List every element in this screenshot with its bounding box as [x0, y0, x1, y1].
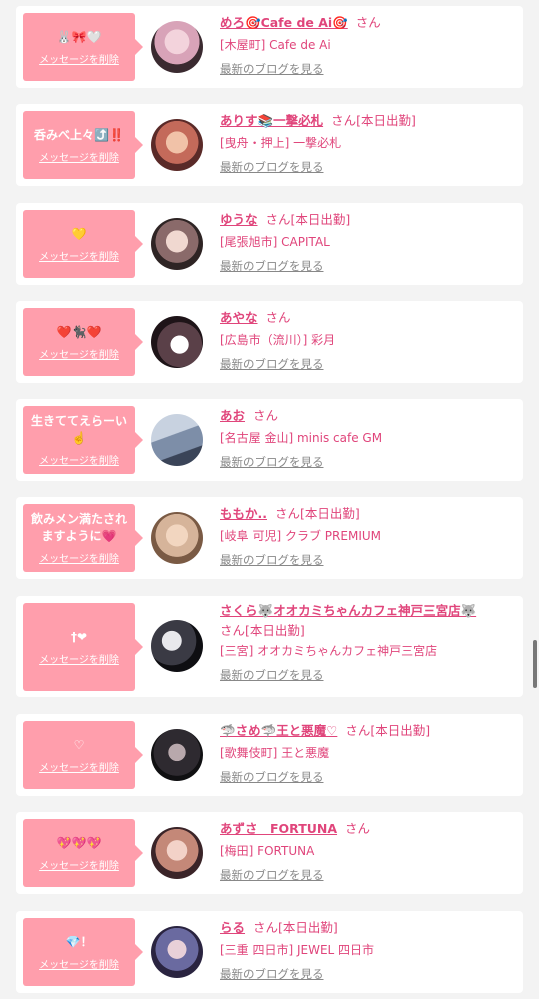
avatar[interactable] [151, 620, 203, 672]
message-text: 💖💖💖 [56, 835, 102, 850]
message-bubble: 💎！ メッセージを削除 [23, 918, 143, 986]
message-text: 飲みメン満たされますように💗 [30, 512, 127, 543]
latest-blog-link[interactable]: 最新のブログを見る [220, 967, 515, 981]
honorific: さん [345, 821, 371, 836]
scrollbar[interactable] [533, 640, 537, 688]
shop-name: [尾張旭市] CAPITAL [220, 235, 330, 249]
list-item: 💎！ メッセージを削除 らる さん[本日出勤] [三重 四日市] JEWEL 四日… [16, 911, 523, 993]
shop-name: [広島市（流川）] 彩月 [220, 333, 336, 347]
delete-message-link[interactable]: メッセージを削除 [39, 452, 119, 467]
delete-message-link[interactable]: メッセージを削除 [39, 51, 119, 66]
message-bubble: 飲みメン満たされますように💗 メッセージを削除 [23, 504, 143, 572]
list-item: 🐰🎀🤍 メッセージを削除 めろ🎯Cafe de Ai🎯 さん [木屋町] Cafe… [16, 6, 523, 88]
honorific: さん [253, 920, 279, 935]
message-bubble: 🐰🎀🤍 メッセージを削除 [23, 13, 143, 81]
avatar[interactable] [151, 218, 203, 270]
delete-message-link[interactable]: メッセージを削除 [39, 248, 119, 263]
message-text: †❤ [70, 629, 88, 644]
avatar[interactable] [151, 119, 203, 171]
shop-name: [名古屋 金山] minis cafe GM [220, 431, 383, 445]
honorific: さん [265, 212, 291, 227]
delete-message-link[interactable]: メッセージを削除 [39, 857, 119, 872]
status-badge: [本日出勤] [356, 113, 416, 128]
cast-name-link[interactable]: あやな [220, 310, 258, 325]
list-item: 飲みメン満たされますように💗 メッセージを削除 ももか.. さん[本日出勤] [岐… [16, 497, 523, 579]
avatar[interactable] [151, 512, 203, 564]
list-item: 💖💖💖 メッセージを削除 あずさ FORTUNA さん [梅田] FORTUNA … [16, 812, 523, 894]
cast-name-link[interactable]: ありす📚一撃必札 [220, 113, 323, 128]
delete-message-link[interactable]: メッセージを削除 [39, 956, 119, 971]
avatar[interactable] [151, 316, 203, 368]
message-text: ♡ [73, 737, 85, 752]
avatar[interactable] [151, 729, 203, 781]
delete-message-link[interactable]: メッセージを削除 [39, 346, 119, 361]
list-item: 呑みべ上々⤴️‼️ メッセージを削除 ありす📚一撃必札 さん[本日出勤] [曳舟・… [16, 104, 523, 186]
latest-blog-link[interactable]: 最新のブログを見る [220, 455, 515, 469]
honorific: さん [355, 15, 381, 30]
honorific: さん [275, 506, 301, 521]
honorific: さん [345, 723, 371, 738]
delete-message-link[interactable]: メッセージを削除 [39, 759, 119, 774]
latest-blog-link[interactable]: 最新のブログを見る [220, 770, 515, 784]
latest-blog-link[interactable]: 最新のブログを見る [220, 259, 515, 273]
shop-name: [岐阜 可児] クラブ PREMIUM [220, 529, 381, 543]
status-badge: [本日出勤] [370, 723, 431, 738]
message-bubble: ♡ メッセージを削除 [23, 721, 143, 789]
message-text: 💎！ [65, 934, 93, 949]
delete-message-link[interactable]: メッセージを削除 [39, 149, 119, 164]
message-bubble: 生きててえらーい☝️ メッセージを削除 [23, 406, 143, 474]
shop-name: [三宮] オオカミちゃんカフェ神戸三宮店 [220, 644, 438, 658]
cast-name-link[interactable]: ももか.. [220, 506, 267, 521]
status-badge: [本日出勤] [290, 212, 351, 227]
cast-name-link[interactable]: あずさ FORTUNA [220, 821, 337, 836]
message-bubble: ❤️🐈‍⬛❤️ メッセージを削除 [23, 308, 143, 376]
message-text: 呑みべ上々⤴️‼️ [34, 127, 124, 142]
list-item: 生きててえらーい☝️ メッセージを削除 あお さん [名古屋 金山] minis … [16, 399, 523, 481]
list-item: †❤ メッセージを削除 さくら🐺オオカミちゃんカフェ神戸三宮店🐺 さん[本日出勤… [16, 596, 523, 697]
latest-blog-link[interactable]: 最新のブログを見る [220, 160, 515, 174]
latest-blog-link[interactable]: 最新のブログを見る [220, 868, 515, 882]
honorific: さん [253, 408, 279, 423]
message-text: 生きててえらーい☝️ [30, 414, 127, 445]
list-item: ♡ メッセージを削除 🦈さめ🦈王と悪魔♡ さん[本日出勤] [歌舞伎町] 王と悪魔… [16, 714, 523, 796]
shop-name: [三重 四日市] JEWEL 四日市 [220, 943, 375, 957]
honorific: さん [265, 310, 291, 325]
latest-blog-link[interactable]: 最新のブログを見る [220, 553, 515, 567]
message-text: ❤️🐈‍⬛❤️ [56, 324, 102, 339]
avatar[interactable] [151, 926, 203, 978]
message-bubble: 💛 メッセージを削除 [23, 210, 143, 278]
list-item: 💛 メッセージを削除 ゆうな さん[本日出勤] [尾張旭市] CAPITAL 最新… [16, 203, 523, 285]
avatar[interactable] [151, 827, 203, 879]
cast-name-link[interactable]: あお [220, 408, 245, 423]
shop-name: [歌舞伎町] 王と悪魔 [220, 746, 330, 760]
cast-name-link[interactable]: さくら🐺オオカミちゃんカフェ神戸三宮店🐺 [220, 603, 476, 618]
cast-name-link[interactable]: 🦈さめ🦈王と悪魔♡ [220, 723, 337, 738]
honorific: さん [331, 113, 357, 128]
latest-blog-link[interactable]: 最新のブログを見る [220, 357, 515, 371]
avatar[interactable] [151, 21, 203, 73]
cast-name-link[interactable]: ゆうな [220, 212, 258, 227]
shop-name: [木屋町] Cafe de Ai [220, 38, 331, 52]
honorific: さん [220, 623, 246, 638]
cast-name-link[interactable]: らる [220, 920, 245, 935]
status-badge: [本日出勤] [278, 920, 338, 935]
message-text: 💛 [71, 226, 87, 241]
cast-name-link[interactable]: めろ🎯Cafe de Ai🎯 [220, 15, 348, 30]
delete-message-link[interactable]: メッセージを削除 [39, 651, 119, 666]
message-bubble: 呑みべ上々⤴️‼️ メッセージを削除 [23, 111, 143, 179]
shop-name: [梅田] FORTUNA [220, 844, 315, 858]
latest-blog-link[interactable]: 最新のブログを見る [220, 62, 515, 76]
latest-blog-link[interactable]: 最新のブログを見る [220, 668, 515, 682]
status-badge: [本日出勤] [300, 506, 360, 521]
shop-name: [曳舟・押上] 一撃必札 [220, 136, 342, 150]
list-item: ❤️🐈‍⬛❤️ メッセージを削除 あやな さん [広島市（流川）] 彩月 最新のブ… [16, 301, 523, 383]
message-bubble: †❤ メッセージを削除 [23, 603, 143, 691]
avatar[interactable] [151, 414, 203, 466]
message-text: 🐰🎀🤍 [56, 29, 102, 44]
message-bubble: 💖💖💖 メッセージを削除 [23, 819, 143, 887]
status-badge: [本日出勤] [245, 623, 305, 638]
delete-message-link[interactable]: メッセージを削除 [39, 550, 119, 565]
